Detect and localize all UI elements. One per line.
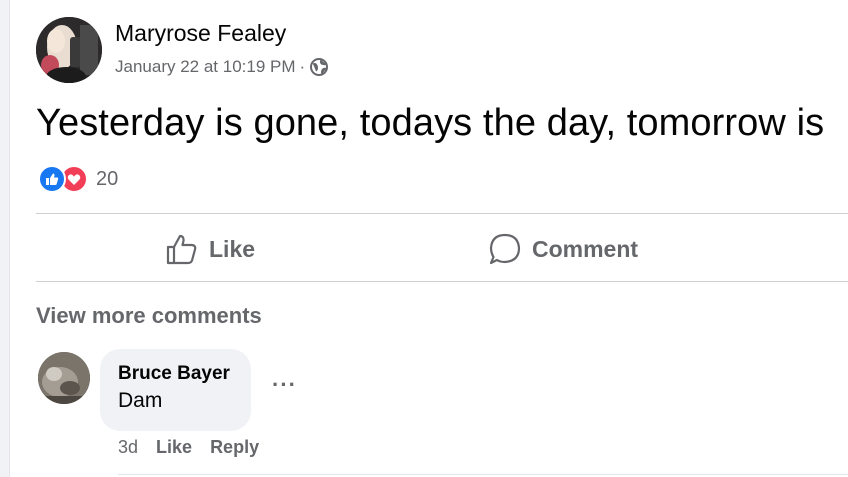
post-meta: January 22 at 10:19 PM ·	[115, 57, 329, 77]
post-text: Yesterday is gone, todays the day, tomor…	[36, 102, 825, 144]
comment-icon	[489, 233, 521, 265]
post-timestamp[interactable]: January 22 at 10:19 PM	[115, 57, 296, 77]
actions-divider	[36, 281, 848, 282]
comment-button[interactable]: Comment	[488, 228, 638, 270]
like-reaction-icon	[38, 165, 66, 193]
comment-age[interactable]: 3d	[118, 437, 138, 458]
comment-like-link[interactable]: Like	[156, 437, 192, 458]
commenter-avatar[interactable]	[38, 352, 90, 404]
comment-more-options-icon[interactable]: ···	[272, 372, 297, 398]
thumbs-up-icon	[166, 234, 197, 265]
like-button-label: Like	[209, 235, 256, 262]
comment-text: Dam	[118, 389, 163, 412]
comment-reply-link[interactable]: Reply	[210, 437, 259, 458]
meta-separator: ·	[299, 57, 306, 76]
view-more-comments-link[interactable]: View more comments	[36, 303, 262, 329]
post-card: Maryrose Fealey January 22 at 10:19 PM ·…	[10, 0, 848, 477]
globe-icon[interactable]	[309, 57, 329, 77]
comment-bubble: Bruce Bayer Dam	[100, 349, 251, 431]
author-avatar[interactable]	[36, 17, 102, 83]
reactions-divider	[36, 213, 848, 214]
commenter-name[interactable]: Bruce Bayer	[118, 363, 251, 385]
comment-button-label: Comment	[532, 235, 639, 262]
reaction-summary[interactable]: 20	[38, 165, 118, 193]
author-name[interactable]: Maryrose Fealey	[115, 20, 286, 47]
like-button[interactable]: Like	[165, 228, 255, 270]
comment-bottom-divider	[118, 474, 848, 475]
reaction-count[interactable]: 20	[96, 168, 118, 191]
comment-actions: 3d Like Reply	[118, 437, 277, 458]
